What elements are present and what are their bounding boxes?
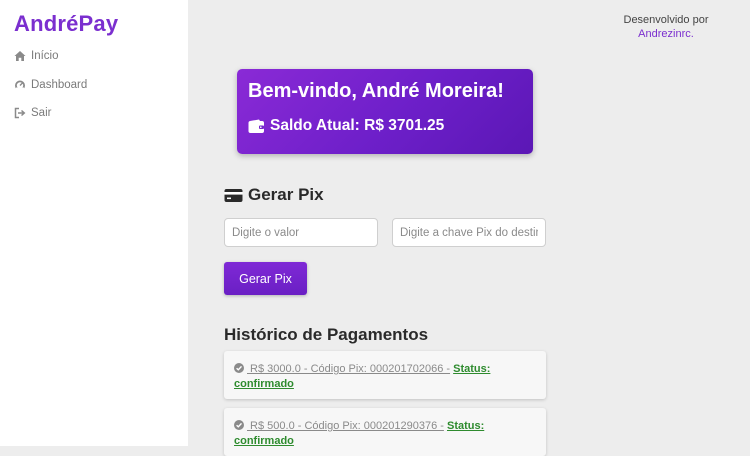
developer-credit: Desenvolvido por Andrezinrc. (600, 13, 732, 41)
payment-item[interactable]: R$ 3000.0 - Código Pix: 000201702066 - S… (224, 351, 546, 399)
payment-item[interactable]: R$ 500.0 - Código Pix: 000201290376 - St… (224, 408, 546, 456)
check-circle-icon (234, 363, 244, 373)
status-value: confirmado (234, 377, 294, 390)
sidebar: AndréPay Início Dashboard Sair (0, 0, 188, 446)
history-title: Histórico de Pagamentos (224, 325, 429, 344)
credit-text: Desenvolvido por (623, 14, 709, 26)
wallet-icon (248, 119, 264, 133)
welcome-greeting: Bem-vindo, André Moreira! (248, 80, 504, 102)
dashboard-icon (14, 79, 27, 91)
balance-line: Saldo Atual: R$ 3701.25 (248, 117, 444, 135)
brand-logo[interactable]: AndréPay (14, 11, 118, 37)
check-circle-icon (234, 420, 244, 430)
pix-key-input[interactable] (392, 218, 546, 247)
balance-text: Saldo Atual: R$ 3701.25 (270, 117, 445, 134)
status-value: confirmado (234, 434, 294, 447)
credit-card-icon (224, 188, 243, 202)
payment-details: R$ 3000.0 - Código Pix: 000201702066 - (247, 363, 451, 375)
sign-out-icon (14, 107, 27, 119)
payment-details: R$ 500.0 - Código Pix: 000201290376 - (247, 420, 444, 432)
sidebar-item-inicio[interactable]: Início (14, 48, 87, 64)
pix-title: Gerar Pix (248, 185, 324, 204)
generate-pix-button[interactable]: Gerar Pix (224, 262, 307, 295)
sidebar-nav: Início Dashboard Sair (14, 48, 87, 134)
pix-section-title: Gerar Pix (224, 185, 324, 205)
history-section-title: Histórico de Pagamentos (224, 325, 428, 345)
sidebar-item-sair[interactable]: Sair (14, 105, 87, 121)
home-icon (14, 50, 27, 62)
status-label: Status: (453, 363, 491, 375)
sidebar-item-label: Sair (31, 107, 52, 119)
sidebar-item-label: Início (31, 50, 59, 62)
welcome-card: Bem-vindo, André Moreira! Saldo Atual: R… (237, 69, 533, 154)
author-link[interactable]: Andrezinrc. (600, 27, 732, 41)
sidebar-item-dashboard[interactable]: Dashboard (14, 77, 87, 93)
sidebar-item-label: Dashboard (31, 78, 88, 91)
status-label: Status: (446, 420, 485, 432)
value-input[interactable] (224, 218, 378, 247)
